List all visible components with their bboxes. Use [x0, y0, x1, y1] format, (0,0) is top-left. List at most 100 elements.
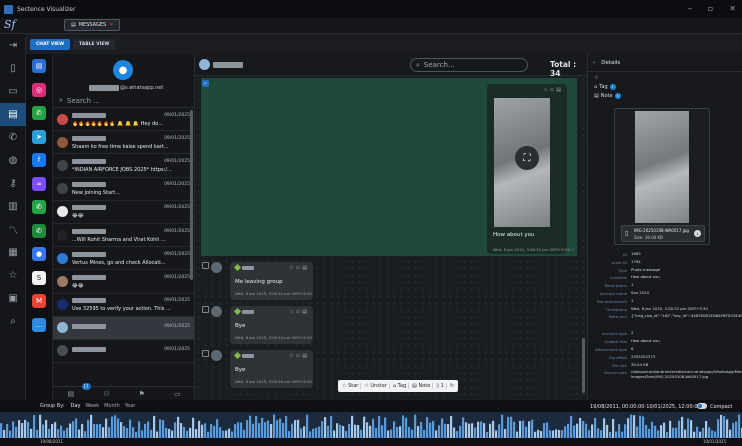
trend-icon[interactable]: 〽	[0, 218, 26, 241]
selected-count-button[interactable]: ▯ 1	[434, 383, 447, 389]
whatsapp-alt-app-icon[interactable]: ✆	[32, 223, 46, 238]
timeline-bar	[39, 414, 42, 438]
unstar-button[interactable]: ☆ Unstar	[362, 383, 390, 389]
timeline-bar	[102, 427, 105, 438]
conversation-item[interactable]: 09/01/2025	[53, 340, 194, 364]
message-bubble[interactable]: ☆▭▤ Me leaving group Wed, 8 Jan 2025, 3:…	[230, 262, 313, 300]
message-bubble[interactable]: ☆▭▤ Bye Wed, 8 Jan 2025, 3:29:44 pm GMT+…	[230, 306, 313, 344]
conversation-item[interactable]: 09/01/2025	[53, 316, 194, 340]
conversation-item[interactable]: 09/01/2025 Vertus Mines, go and check All…	[53, 247, 194, 271]
messages-tab[interactable]: ▤ MESSAGES ✕	[64, 19, 121, 31]
message-checkbox[interactable]	[202, 262, 209, 269]
conversation-item[interactable]: 09/01/2025 Use 32595 to verify your actio…	[53, 294, 194, 317]
image-message-bubble[interactable]: ☆▭▤ ⛶ How about you Wed, 8 Jan 2025, 3:2…	[487, 84, 574, 254]
timeline-bar	[126, 428, 129, 438]
message-action-icons[interactable]: ☆▭▤	[289, 353, 309, 359]
phone-icon[interactable]: ✆	[0, 126, 26, 149]
maximize-button[interactable]: ▫	[708, 4, 713, 13]
message-checkbox[interactable]: ✓	[202, 80, 209, 87]
messenger-app-icon[interactable]: ≈	[32, 176, 46, 191]
close-tab-icon[interactable]: ✕	[109, 22, 113, 28]
timeline-bar	[462, 417, 465, 438]
chat-search-box[interactable]: ⌕ Search...	[410, 58, 528, 72]
message-action-icons[interactable]: ☆▭▤	[289, 265, 309, 271]
map-icon[interactable]: ▥	[0, 195, 26, 218]
timeline-bar	[612, 418, 615, 438]
chat-avatar	[199, 59, 210, 70]
chat-search-input[interactable]: Search...	[424, 61, 455, 69]
close-window-button[interactable]: ✕	[729, 4, 736, 13]
group-week[interactable]: Week	[85, 403, 99, 409]
tab-table-view[interactable]: TABLE VIEW	[73, 38, 116, 50]
document-icon[interactable]: ▯	[0, 57, 26, 80]
minimize-button[interactable]: –	[688, 4, 692, 13]
compact-toggle[interactable]	[697, 403, 707, 409]
attachment-image[interactable]	[635, 111, 689, 223]
conversation-search[interactable]: ⌕ Search ...	[53, 94, 194, 108]
group-month[interactable]: Month	[104, 403, 120, 409]
message-checkbox[interactable]	[202, 306, 209, 313]
selected-message-row[interactable]: ✓ ☆▭▤ ⛶ How about you Wed, 8 Jan 2025, 3…	[201, 78, 577, 256]
chevron-right-icon[interactable]: ›	[593, 60, 595, 66]
people-icon[interactable]: ⚇	[103, 390, 109, 398]
search-icon[interactable]: ⌕	[0, 310, 26, 333]
login-icon[interactable]: ⇥	[0, 34, 26, 57]
flag-icon[interactable]: ⚑	[139, 390, 145, 398]
conversation-item[interactable]: 09/01/2025 New Joining Start...	[53, 178, 194, 201]
tag-button[interactable]: ⌂ Tag	[391, 383, 410, 389]
property-row: Timestamp Wed, 8 Jan 2025, 3:28:32 pm GMT…	[588, 307, 742, 315]
tag-row[interactable]: ⌂ Tag i	[594, 84, 616, 90]
note-row[interactable]: ▤ Note i	[594, 93, 621, 99]
globe-icon[interactable]: ◍	[0, 149, 26, 172]
signal-app-icon[interactable]: ●	[32, 247, 46, 261]
whatsapp-app-icon[interactable]: ✆	[32, 106, 46, 120]
messages-app-icon[interactable]: ▤	[32, 59, 46, 73]
messages-filter-icon[interactable]: ▤ 17	[68, 382, 91, 398]
conversation-item[interactable]: 09/01/2025 😂😂	[53, 201, 194, 224]
message-action-icons[interactable]: ☆▭▤	[289, 309, 309, 315]
key-icon[interactable]: ⚷	[0, 172, 26, 195]
conversation-search-input[interactable]: Search ...	[67, 97, 100, 105]
message-action-icons[interactable]: ☆▭▤	[543, 87, 563, 93]
instagram-app-icon[interactable]: ◎	[32, 82, 46, 97]
group-day[interactable]: Day	[71, 403, 81, 409]
skype-app-icon[interactable]: S	[32, 270, 46, 285]
star-button[interactable]: ☆ Star	[340, 383, 362, 389]
notes-icon[interactable]: ▦	[0, 241, 26, 264]
property-value: 6	[631, 346, 634, 351]
group-year[interactable]: Year	[125, 403, 136, 409]
telegram-app-icon[interactable]: ➤	[32, 129, 46, 144]
favorite-star-icon[interactable]: ☆	[594, 75, 598, 81]
conversation-scrollbar[interactable]	[190, 110, 193, 280]
facebook-app-icon[interactable]: f	[32, 153, 46, 167]
conversation-item[interactable]: 09/01/2025 😂😂	[53, 270, 194, 294]
redacted-contact-name	[72, 112, 106, 118]
folder-icon[interactable]: ▭	[0, 80, 26, 103]
message-checkbox[interactable]	[202, 350, 209, 357]
attachment-file[interactable]: ▯ IMG-20250108-WA0017.jpg Size: 39.04 KB…	[621, 225, 705, 242]
conversation-item[interactable]: 09/01/2025 Shaam ko free time kaise spend…	[53, 131, 194, 155]
timeline-bar	[60, 425, 63, 438]
device-icon[interactable]: ▣	[0, 287, 26, 310]
timeline-bar	[687, 418, 690, 438]
message-bubble[interactable]: ☆▭▤ Bye Wed, 8 Jan 2025, 3:29:46 pm GMT+…	[230, 350, 313, 388]
download-icon[interactable]: ↓	[694, 230, 701, 237]
chat-app-icon[interactable]: …	[32, 317, 46, 332]
conversation-item[interactable]: 09/01/2025 🔥🔥🔥🔥🔥🔥🔥 🔔 🔔 🔔 Hey do...	[53, 108, 194, 132]
conversation-item[interactable]: 09/01/2025 *INDIAN AIRFORCE JOBS 2025* ht…	[53, 154, 194, 178]
chat-icon[interactable]: ▤	[0, 103, 26, 126]
whatsapp-business-app-icon[interactable]: ✆	[32, 200, 46, 214]
archive-icon[interactable]: ▭	[174, 390, 181, 398]
star-icon[interactable]: ☆	[0, 264, 26, 287]
timeline-histogram[interactable]	[0, 412, 742, 438]
search-icon: ⌕	[59, 96, 63, 104]
tab-chat-view[interactable]: CHAT VIEW	[30, 38, 71, 50]
note-button[interactable]: ▤ Note	[410, 383, 434, 389]
property-value: 1764	[631, 259, 641, 264]
note-icon: ▤	[594, 93, 599, 99]
chat-scrollbar[interactable]	[582, 338, 585, 393]
refresh-button[interactable]: ↻	[448, 383, 456, 389]
gmail-app-icon[interactable]: M	[32, 294, 46, 308]
conversation-item[interactable]: 09/01/2025 ...Will Rohit Sharma and Virat…	[53, 224, 194, 248]
expand-icon[interactable]: ⛶	[515, 146, 539, 170]
